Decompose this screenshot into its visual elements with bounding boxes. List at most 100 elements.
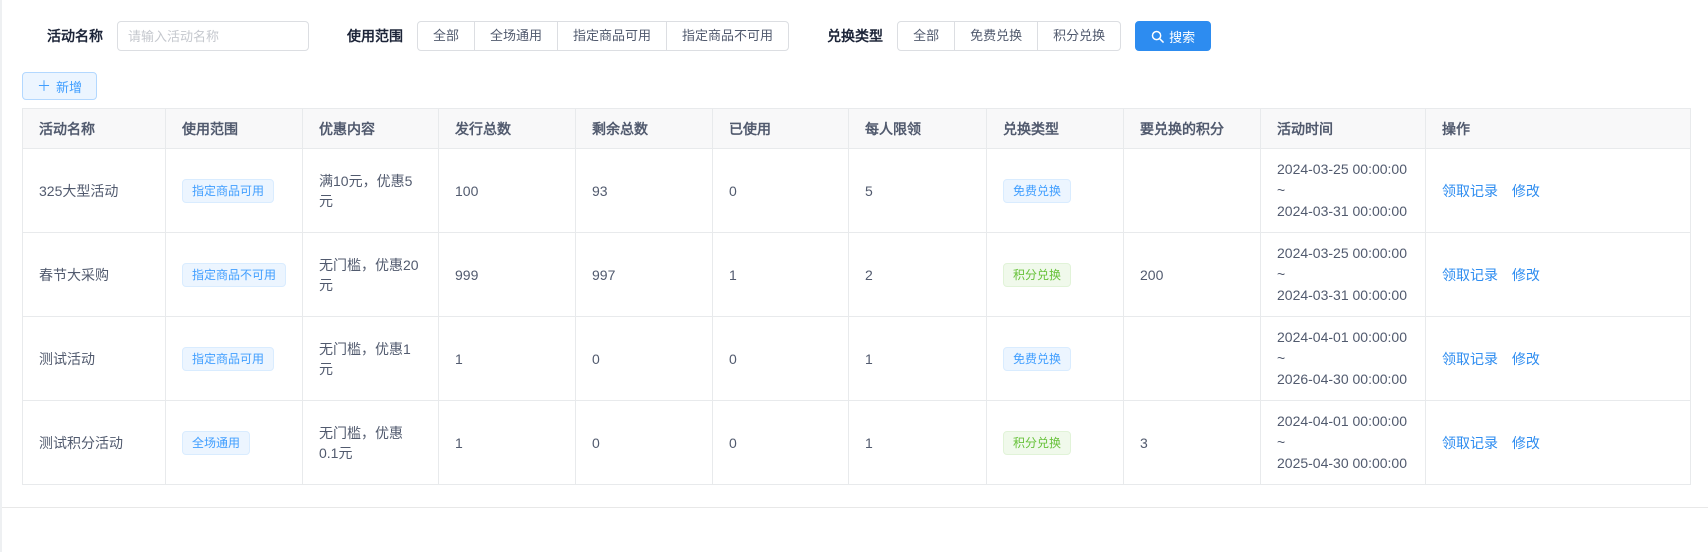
search-icon xyxy=(1151,30,1164,43)
cell-limit-per-person: 5 xyxy=(849,149,987,233)
column-header-operations: 操作 xyxy=(1426,109,1691,149)
activity-name-text: 325大型活动 xyxy=(39,183,118,199)
exchange-type-tag: 免费兑换 xyxy=(1003,179,1071,203)
view-records-link[interactable]: 领取记录 xyxy=(1442,351,1498,367)
column-header-activity-name: 活动名称 xyxy=(23,109,166,149)
activity-table-container: 活动名称 使用范围 优惠内容 发行总数 剩余总数 已使用 每人限领 兑换类型 要… xyxy=(22,108,1688,485)
remaining-value: 997 xyxy=(592,267,615,283)
exchange-type-option-all[interactable]: 全部 xyxy=(897,21,955,51)
time-end: 2024-03-31 00:00:00 xyxy=(1277,201,1409,222)
cell-remaining: 93 xyxy=(576,149,713,233)
view-records-link[interactable]: 领取记录 xyxy=(1442,183,1498,199)
cell-used: 1 xyxy=(713,233,849,317)
activity-name-text: 春节大采购 xyxy=(39,267,109,283)
limit-per-person-value: 1 xyxy=(865,435,873,451)
cell-exchange-type: 免费兑换 xyxy=(987,317,1124,401)
edit-link[interactable]: 修改 xyxy=(1512,183,1540,199)
edit-link[interactable]: 修改 xyxy=(1512,267,1540,283)
cell-usage-scope: 指定商品可用 xyxy=(166,149,303,233)
edit-link[interactable]: 修改 xyxy=(1512,351,1540,367)
discount-text: 满10元，优惠5元 xyxy=(319,173,412,209)
cell-discount: 无门槛，优惠20元 xyxy=(303,233,439,317)
cell-operations: 领取记录 修改 xyxy=(1426,233,1691,317)
exchange-type-option-free[interactable]: 免费兑换 xyxy=(954,21,1038,51)
time-start: 2024-03-25 00:00:00 xyxy=(1277,159,1409,180)
view-records-link[interactable]: 领取记录 xyxy=(1442,435,1498,451)
time-end: 2025-04-30 00:00:00 xyxy=(1277,453,1409,474)
table-row: 325大型活动 指定商品可用 满10元，优惠5元 100 93 0 5 免费兑换… xyxy=(23,149,1691,233)
used-value: 0 xyxy=(729,183,737,199)
used-value: 1 xyxy=(729,267,737,283)
column-header-activity-time: 活动时间 xyxy=(1261,109,1426,149)
usage-scope-option-all[interactable]: 全部 xyxy=(417,21,475,51)
usage-scope-option-specified-ok[interactable]: 指定商品可用 xyxy=(557,21,667,51)
column-header-used: 已使用 xyxy=(713,109,849,149)
cell-activity-time: 2024-03-25 00:00:00 ~ 2024-03-31 00:00:0… xyxy=(1261,233,1426,317)
time-separator: ~ xyxy=(1277,180,1409,201)
cell-operations: 领取记录 修改 xyxy=(1426,149,1691,233)
used-value: 0 xyxy=(729,351,737,367)
exchange-type-label: 兑换类型 xyxy=(827,26,883,46)
cell-limit-per-person: 2 xyxy=(849,233,987,317)
cell-activity-name: 测试积分活动 xyxy=(23,401,166,485)
remaining-value: 0 xyxy=(592,435,600,451)
cell-discount: 满10元，优惠5元 xyxy=(303,149,439,233)
remaining-value: 93 xyxy=(592,183,608,199)
usage-scope-label: 使用范围 xyxy=(347,26,403,46)
cell-discount: 无门槛，优惠1元 xyxy=(303,317,439,401)
usage-scope-tag: 全场通用 xyxy=(182,431,250,455)
cell-activity-time: 2024-04-01 00:00:00 ~ 2026-04-30 00:00:0… xyxy=(1261,317,1426,401)
usage-scope-tag: 指定商品可用 xyxy=(182,179,274,203)
discount-text: 无门槛，优惠20元 xyxy=(319,257,419,293)
points-needed-value: 3 xyxy=(1140,435,1148,451)
activity-name-input[interactable] xyxy=(117,21,309,51)
column-header-discount: 优惠内容 xyxy=(303,109,439,149)
usage-scope-option-specified-no[interactable]: 指定商品不可用 xyxy=(666,21,789,51)
table-row: 测试活动 指定商品可用 无门槛，优惠1元 1 0 0 1 免费兑换 2024-0… xyxy=(23,317,1691,401)
time-start: 2024-04-01 00:00:00 xyxy=(1277,327,1409,348)
discount-text: 无门槛，优惠1元 xyxy=(319,341,411,377)
cell-total-issued: 1 xyxy=(439,401,576,485)
cell-points-needed xyxy=(1124,149,1261,233)
cell-remaining: 0 xyxy=(576,317,713,401)
usage-scope-tag: 指定商品不可用 xyxy=(182,263,286,287)
toolbar: ＋ 新增 xyxy=(2,52,1708,100)
search-button[interactable]: 搜索 xyxy=(1135,21,1211,51)
cell-activity-name: 春节大采购 xyxy=(23,233,166,317)
exchange-type-button-group: 全部 免费兑换 积分兑换 xyxy=(897,21,1121,51)
exchange-type-tag: 积分兑换 xyxy=(1003,263,1071,287)
limit-per-person-value: 5 xyxy=(865,183,873,199)
time-start: 2024-04-01 00:00:00 xyxy=(1277,411,1409,432)
cell-remaining: 0 xyxy=(576,401,713,485)
cell-exchange-type: 积分兑换 xyxy=(987,401,1124,485)
usage-scope-option-universal[interactable]: 全场通用 xyxy=(474,21,558,51)
exchange-type-tag: 积分兑换 xyxy=(1003,431,1071,455)
time-separator: ~ xyxy=(1277,264,1409,285)
cell-total-issued: 100 xyxy=(439,149,576,233)
cell-used: 0 xyxy=(713,149,849,233)
limit-per-person-value: 2 xyxy=(865,267,873,283)
total-issued-value: 100 xyxy=(455,183,478,199)
cell-remaining: 997 xyxy=(576,233,713,317)
total-issued-value: 1 xyxy=(455,351,463,367)
activity-table: 活动名称 使用范围 优惠内容 发行总数 剩余总数 已使用 每人限领 兑换类型 要… xyxy=(22,108,1691,485)
exchange-type-tag: 免费兑换 xyxy=(1003,347,1071,371)
cell-used: 0 xyxy=(713,317,849,401)
time-end: 2024-03-31 00:00:00 xyxy=(1277,285,1409,306)
time-separator: ~ xyxy=(1277,348,1409,369)
column-header-points-needed: 要兑换的积分 xyxy=(1124,109,1261,149)
view-records-link[interactable]: 领取记录 xyxy=(1442,267,1498,283)
edit-link[interactable]: 修改 xyxy=(1512,435,1540,451)
coupon-activity-page: 活动名称 使用范围 全部 全场通用 指定商品可用 指定商品不可用 兑换类型 全部… xyxy=(0,0,1708,552)
add-button[interactable]: ＋ 新增 xyxy=(22,72,97,100)
cell-usage-scope: 指定商品可用 xyxy=(166,317,303,401)
total-issued-value: 1 xyxy=(455,435,463,451)
points-needed-value: 200 xyxy=(1140,267,1163,283)
discount-text: 无门槛，优惠0.1元 xyxy=(319,425,403,461)
cell-activity-name: 测试活动 xyxy=(23,317,166,401)
cell-total-issued: 999 xyxy=(439,233,576,317)
used-value: 0 xyxy=(729,435,737,451)
exchange-type-option-points[interactable]: 积分兑换 xyxy=(1037,21,1121,51)
cell-usage-scope: 全场通用 xyxy=(166,401,303,485)
cell-discount: 无门槛，优惠0.1元 xyxy=(303,401,439,485)
